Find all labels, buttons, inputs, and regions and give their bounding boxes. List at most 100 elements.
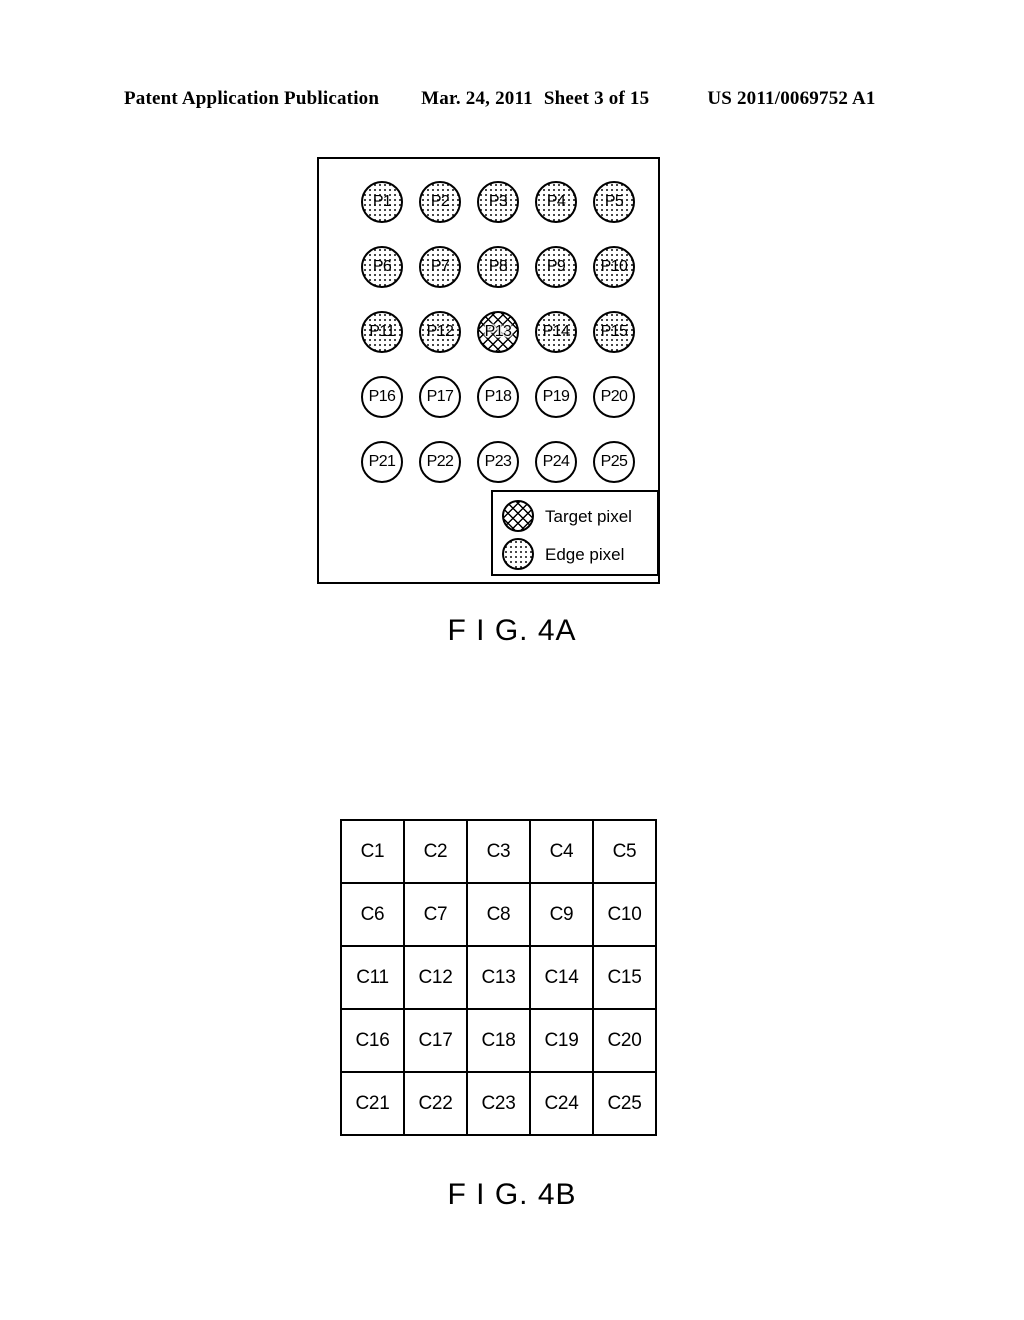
pixel-circle-p6: P6 — [361, 245, 403, 288]
pixel-circle-p17: P17 — [419, 375, 461, 418]
pixel-cell: P1 — [353, 180, 411, 223]
pixel-label: P10 — [600, 257, 628, 275]
pixel-cell: P19 — [527, 375, 585, 418]
pixel-label: P9 — [546, 257, 566, 275]
pixel-label: P25 — [600, 452, 628, 470]
pixel-cell: P7 — [411, 245, 469, 288]
table-row: C16 C17 C18 C19 C20 — [340, 1008, 657, 1073]
pixel-row: P1 P2 P3 P4 P5 — [353, 169, 643, 234]
pixel-label: P24 — [542, 452, 570, 470]
pixel-label: P17 — [426, 387, 454, 405]
pixel-label: P21 — [368, 452, 396, 470]
pixel-label: P22 — [426, 452, 454, 470]
pixel-row: P21 P22 P23 P24 P25 — [353, 429, 643, 494]
table-cell-c18: C18 — [466, 1008, 531, 1073]
pixel-circle-p19: P19 — [535, 375, 577, 418]
pixel-label: P3 — [488, 192, 508, 210]
pixel-circle-p14: P14 — [535, 310, 577, 353]
pixel-row: P11 P12 P13 P14 P15 — [353, 299, 643, 364]
figure-4a-frame: P1 P2 P3 P4 P5 P6 P7 P8 P9 P10 P11 P12 P… — [317, 157, 660, 584]
pixel-label: P12 — [426, 322, 454, 340]
pixel-cell: P24 — [527, 440, 585, 483]
pixel-row: P6 P7 P8 P9 P10 — [353, 234, 643, 299]
pixel-cell: P5 — [585, 180, 643, 223]
pixel-cell: P10 — [585, 245, 643, 288]
figure-4b-caption: F I G. 4B — [447, 1178, 577, 1211]
legend-row-edge: Edge pixel — [502, 535, 657, 573]
table-cell-c4: C4 — [529, 819, 594, 884]
table-cell-c3: C3 — [466, 819, 531, 884]
pixel-label: P15 — [600, 322, 628, 340]
pixel-cell: P20 — [585, 375, 643, 418]
pixel-label: P1 — [372, 192, 392, 210]
table-row: C11 C12 C13 C14 C15 — [340, 945, 657, 1010]
pixel-label: P20 — [600, 387, 628, 405]
pixel-cell: P23 — [469, 440, 527, 483]
pixel-cell: P12 — [411, 310, 469, 353]
sheet-number: Sheet 3 of 15 — [543, 88, 650, 109]
pixel-label: P19 — [542, 387, 570, 405]
pixel-circle-p8: P8 — [477, 245, 519, 288]
target-pixel-swatch-icon — [502, 500, 534, 532]
pixel-label: P2 — [430, 192, 450, 210]
edge-pixel-swatch-icon — [502, 538, 534, 570]
pixel-cell: P2 — [411, 180, 469, 223]
pixel-cell: P18 — [469, 375, 527, 418]
pixel-cell: P6 — [353, 245, 411, 288]
patent-number: US 2011/0069752 A1 — [707, 88, 876, 109]
pixel-circle-p2: P2 — [419, 180, 461, 223]
pixel-circle-p13: P13 — [477, 310, 519, 353]
table-cell-c22: C22 — [403, 1071, 468, 1136]
table-cell-c8: C8 — [466, 882, 531, 947]
pixel-circle-p24: P24 — [535, 440, 577, 483]
pixel-circle-p12: P12 — [419, 310, 461, 353]
pixel-label: P11 — [369, 322, 395, 340]
figure-4a-legend: Target pixel Edge pixel — [491, 490, 659, 576]
pixel-cell: P15 — [585, 310, 643, 353]
table-cell-c21: C21 — [340, 1071, 405, 1136]
table-cell-c17: C17 — [403, 1008, 468, 1073]
pixel-cell: P22 — [411, 440, 469, 483]
pixel-label: P5 — [604, 192, 624, 210]
table-cell-c1: C1 — [340, 819, 405, 884]
table-cell-c6: C6 — [340, 882, 405, 947]
pixel-cell: P13 — [469, 310, 527, 353]
pixel-label: P7 — [430, 257, 450, 275]
pixel-label: P23 — [484, 452, 512, 470]
pixel-label: P18 — [484, 387, 512, 405]
legend-label: Edge pixel — [545, 544, 625, 564]
page-header: Patent Application Publication Mar. 24, … — [124, 88, 914, 112]
table-cell-c14: C14 — [529, 945, 594, 1010]
table-cell-c20: C20 — [592, 1008, 657, 1073]
pixel-label: P6 — [372, 257, 392, 275]
pixel-label: P13 — [484, 322, 512, 340]
pixel-cell: P16 — [353, 375, 411, 418]
pixel-circle-p10: P10 — [593, 245, 635, 288]
pixel-cell: P25 — [585, 440, 643, 483]
publication-label: Patent Application Publication — [124, 88, 380, 109]
pixel-circle-p25: P25 — [593, 440, 635, 483]
table-cell-c19: C19 — [529, 1008, 594, 1073]
pixel-circle-p7: P7 — [419, 245, 461, 288]
pixel-cell: P21 — [353, 440, 411, 483]
pixel-circle-p9: P9 — [535, 245, 577, 288]
figure-4b-table: C1 C2 C3 C4 C5 C6 C7 C8 C9 C10 C11 C12 C… — [340, 819, 657, 1136]
table-row: C21 C22 C23 C24 C25 — [340, 1071, 657, 1136]
table-cell-c12: C12 — [403, 945, 468, 1010]
table-cell-c25: C25 — [592, 1071, 657, 1136]
table-cell-c23: C23 — [466, 1071, 531, 1136]
pixel-circle-p11: P11 — [361, 310, 403, 353]
legend-label: Target pixel — [545, 506, 632, 526]
table-cell-c2: C2 — [403, 819, 468, 884]
pixel-circle-p20: P20 — [593, 375, 635, 418]
pixel-circle-p3: P3 — [477, 180, 519, 223]
pixel-circle-p23: P23 — [477, 440, 519, 483]
pixel-circle-p18: P18 — [477, 375, 519, 418]
table-row: C6 C7 C8 C9 C10 — [340, 882, 657, 947]
pixel-row: P16 P17 P18 P19 P20 — [353, 364, 643, 429]
pixel-label: P14 — [542, 322, 570, 340]
table-row: C1 C2 C3 C4 C5 — [340, 819, 657, 884]
pixel-circle-p22: P22 — [419, 440, 461, 483]
pixel-circle-p4: P4 — [535, 180, 577, 223]
pixel-cell: P4 — [527, 180, 585, 223]
